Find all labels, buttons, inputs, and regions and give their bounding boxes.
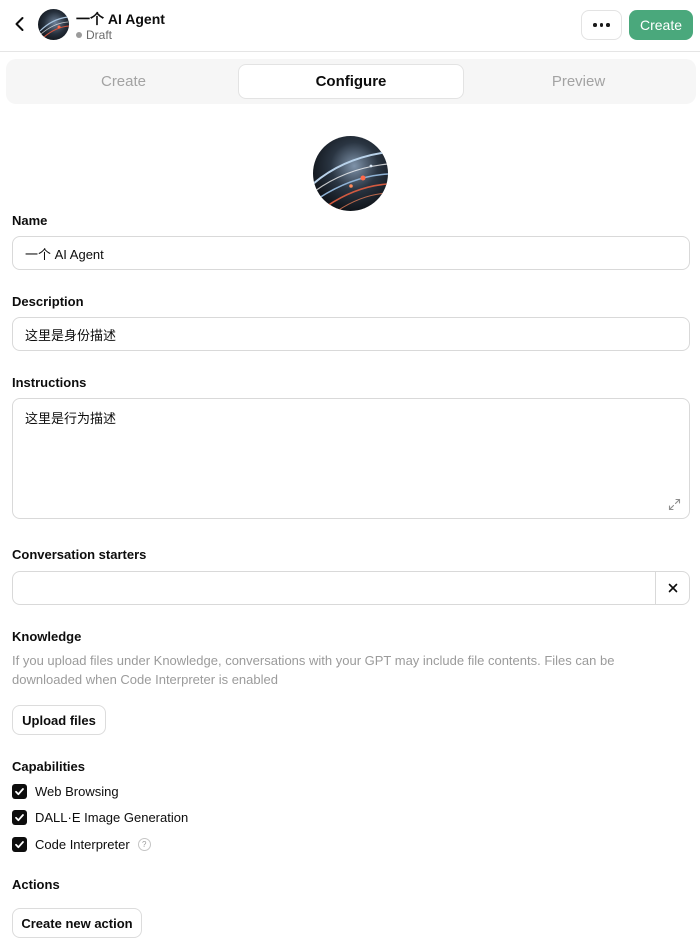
chevron-left-icon [15,17,24,31]
name-input[interactable]: 一个 AI Agent [12,236,690,270]
knowledge-label: Knowledge [12,629,82,644]
capability-dalle: DALL·E Image Generation [12,808,188,826]
checkmark-icon [15,813,24,821]
create-button[interactable]: Create [629,10,693,40]
instructions-textarea[interactable]: 这里是行为描述 [12,398,690,519]
checkmark-icon [15,787,24,795]
create-new-action-button[interactable]: Create new action [12,908,142,938]
tab-preview[interactable]: Preview [467,64,690,99]
tab-configure[interactable]: Configure [238,64,464,99]
code-interpreter-label: Code Interpreter [35,836,130,852]
agent-avatar-small [38,9,69,40]
dalle-checkbox[interactable] [12,809,27,825]
status-dot-icon [76,32,82,38]
description-label: Description [12,294,84,309]
back-button[interactable] [8,12,32,36]
checkmark-icon [15,840,24,848]
agent-title: 一个 AI Agent [76,11,165,27]
code-interpreter-checkbox[interactable] [12,836,27,852]
top-bar: 一个 AI Agent Draft Create [0,0,700,52]
name-label: Name [12,213,48,228]
name-value: 一个 AI Agent [25,246,104,262]
more-options-button[interactable] [581,10,622,40]
close-icon [668,583,677,593]
web-browsing-checkbox[interactable] [12,783,27,799]
web-browsing-label: Web Browsing [35,783,119,799]
tab-bar: Create Configure Preview [6,59,696,104]
capabilities-label: Capabilities [12,759,85,774]
instructions-value: 这里是行为描述 [25,411,117,426]
description-value: 这里是身份描述 [25,327,117,343]
expand-icon[interactable] [668,498,681,511]
draft-status: Draft [76,28,112,42]
capability-web-browsing: Web Browsing [12,782,119,800]
tab-create[interactable]: Create [12,64,235,99]
status-label: Draft [86,28,113,42]
actions-label: Actions [12,877,60,892]
remove-starter-button[interactable] [655,572,689,604]
conversation-starter-input[interactable] [12,571,690,605]
conversation-starters-label: Conversation starters [12,547,147,562]
dalle-label: DALL·E Image Generation [35,809,189,825]
capability-code-interpreter: Code Interpreter ? [12,835,151,853]
upload-files-button[interactable]: Upload files [12,705,106,735]
instructions-label: Instructions [12,375,87,390]
help-icon[interactable]: ? [137,837,151,851]
more-horizontal-icon [593,23,597,27]
knowledge-help-text: If you upload files under Knowledge, con… [12,653,615,687]
description-input[interactable]: 这里是身份描述 [12,317,690,351]
agent-avatar-large[interactable] [313,136,388,211]
